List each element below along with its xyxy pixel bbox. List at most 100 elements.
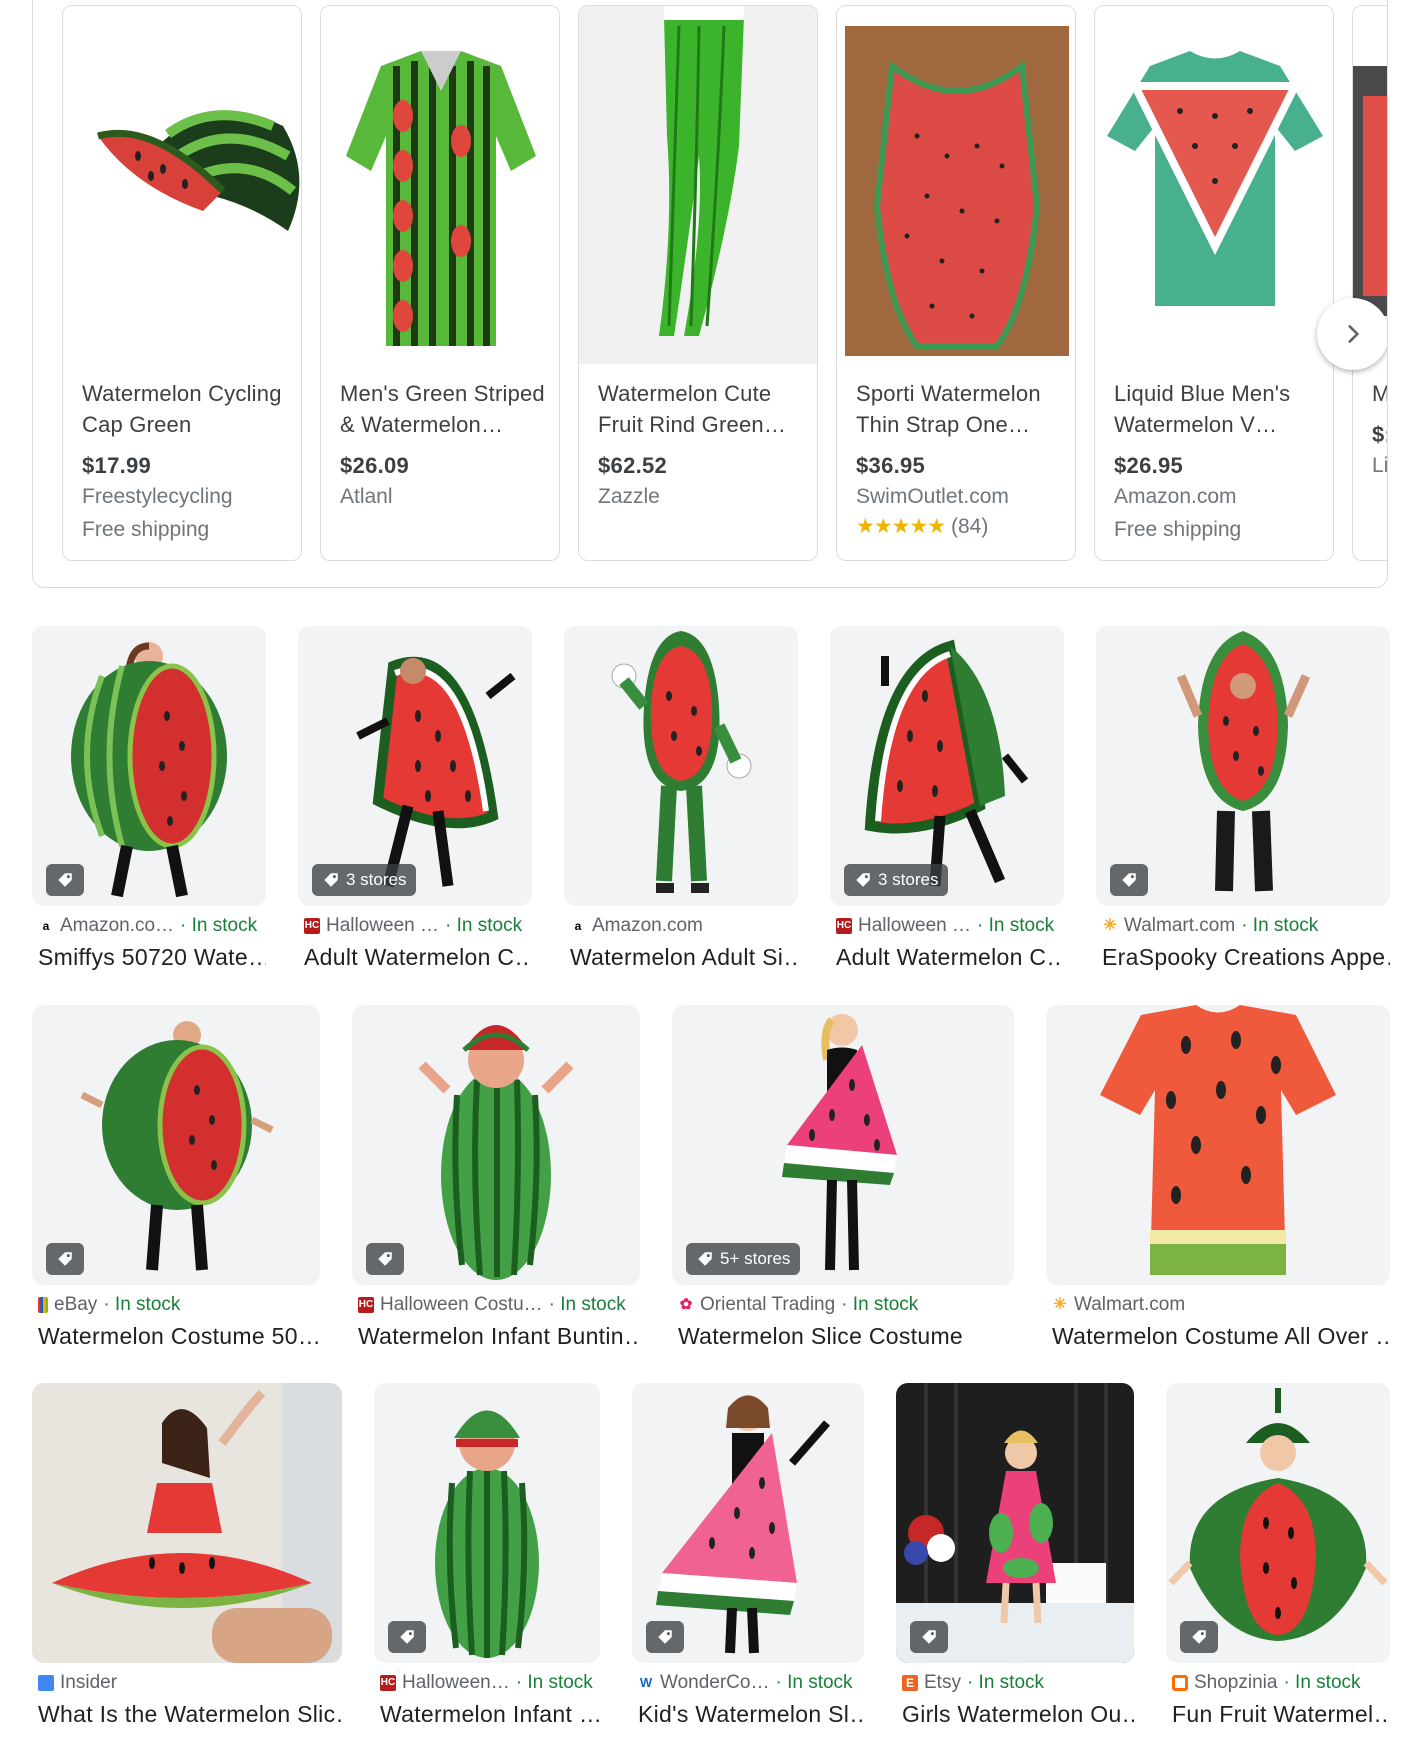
- product-rating: ★★★★★ (84): [856, 514, 1061, 539]
- oriental-trading-favicon-icon: ✿: [679, 1296, 693, 1313]
- amazon-favicon-icon: a: [42, 919, 50, 933]
- price-tag-icon: [56, 1250, 74, 1268]
- image-result[interactable]: HC Halloween Costu… · In stock Watermelo…: [352, 1005, 640, 1355]
- result-source: ✳ Walmart.com: [1053, 1294, 1186, 1315]
- product-title: Sporti Watermelon Thin Strap One…: [856, 381, 1041, 437]
- product-title: M Sl: [1372, 378, 1387, 409]
- product-price: $26.95: [1114, 453, 1184, 478]
- image-result[interactable]: a Amazon.com Watermelon Adult Si…: [564, 626, 798, 976]
- star-rating-icon: ★★★★★: [856, 515, 946, 538]
- result-source: HC Halloween Costu… · In stock: [358, 1294, 626, 1315]
- etsy-favicon-icon: E: [902, 1675, 918, 1691]
- wondercostumes-favicon-icon: W: [639, 1675, 653, 1690]
- shopping-tag-badge: [646, 1621, 684, 1653]
- product-card[interactable]: Watermelon Cute Fruit Rind Green… $62.52…: [578, 5, 818, 561]
- product-image: [63, 6, 301, 364]
- result-thumbnail: 3 stores: [830, 626, 1064, 906]
- price-tag-icon: [1190, 1628, 1208, 1646]
- shopping-tag-badge: [46, 1243, 84, 1275]
- image-result[interactable]: Insider What Is the Watermelon Slic…: [32, 1383, 342, 1749]
- product-store: Atlanl: [340, 485, 393, 508]
- result-source: Insider: [38, 1672, 342, 1694]
- product-price: $26.09: [340, 453, 410, 478]
- product-shipping: Free shipping: [82, 518, 210, 541]
- amazon-favicon-icon: a: [574, 919, 582, 933]
- review-count: (84): [950, 515, 989, 538]
- result-source: E Etsy · In stock: [902, 1672, 1134, 1694]
- price-tag-icon: [398, 1628, 416, 1646]
- result-title: Watermelon Infant Buntin…: [358, 1323, 640, 1349]
- shopping-tag-badge: [1180, 1621, 1218, 1653]
- shopping-tag-badge: [910, 1621, 948, 1653]
- image-result[interactable]: HC Halloween… · In stock Watermelon Infa…: [374, 1383, 600, 1749]
- result-thumbnail: [352, 1005, 640, 1285]
- result-source: a Amazon.co… · In stock: [38, 915, 266, 937]
- halloween-costumes-favicon-icon: HC: [380, 1675, 396, 1691]
- product-price: $62.52: [598, 453, 668, 478]
- result-title: Watermelon Adult Si…: [570, 944, 798, 970]
- image-result[interactable]: 3 stores HC Halloween … · In stock Adult…: [830, 626, 1064, 976]
- ebay-favicon-icon: [38, 1297, 48, 1313]
- shopping-tag-badge: 3 stores: [312, 864, 417, 896]
- product-card[interactable]: M Sl $: Li: [1352, 5, 1388, 561]
- price-tag-icon: [920, 1628, 938, 1646]
- result-source: HC Halloween … · In stock: [836, 915, 1055, 936]
- product-card[interactable]: Watermelon Cycling Cap Green $17.99 Free…: [62, 5, 302, 561]
- product-title: Watermelon Cycling Cap Green: [82, 381, 282, 437]
- result-thumbnail: [632, 1383, 864, 1663]
- result-thumbnail: [32, 626, 266, 906]
- halloween-costumes-favicon-icon: HC: [358, 1297, 374, 1313]
- result-thumbnail: [32, 1383, 342, 1663]
- carousel-next-button[interactable]: [1317, 298, 1387, 370]
- result-title: Watermelon Costume 50…: [38, 1323, 320, 1349]
- result-source: HC Halloween … · In stock: [304, 915, 523, 936]
- image-result[interactable]: eBay · In stock Watermelon Costume 50…: [32, 1005, 320, 1355]
- chevron-right-icon: [1348, 325, 1360, 343]
- result-source: ✿ Oriental Trading · In stock: [679, 1294, 919, 1315]
- image-result[interactable]: 5+ stores ✿ Oriental Trading · In stock …: [672, 1005, 1014, 1355]
- shopping-tag-badge: 5+ stores: [686, 1243, 801, 1275]
- product-image: [837, 6, 1075, 364]
- shopping-tag-badge: [46, 864, 84, 896]
- product-store: SwimOutlet.com: [856, 485, 1009, 508]
- product-image: [1095, 6, 1333, 364]
- price-tag-icon: [322, 871, 340, 889]
- product-card[interactable]: Men's Green Striped & Watermelon… $26.09…: [320, 5, 560, 561]
- result-thumbnail: [564, 626, 798, 906]
- product-card[interactable]: Sporti Watermelon Thin Strap One… $36.95…: [836, 5, 1076, 561]
- image-result[interactable]: W WonderCo… · In stock Kid's Watermelon …: [632, 1383, 864, 1749]
- product-price: $:: [1372, 422, 1387, 447]
- image-result[interactable]: Shopzinia · In stock Fun Fruit Watermel…: [1166, 1383, 1390, 1749]
- image-result[interactable]: ✳ Walmart.com Watermelon Costume All Ove…: [1046, 1005, 1390, 1355]
- result-title: Kid's Watermelon Sl…: [638, 1701, 864, 1727]
- shopping-tag-badge: 3 stores: [844, 864, 949, 896]
- product-price: $17.99: [82, 453, 152, 478]
- result-title: Smiffys 50720 Wate…: [38, 944, 266, 970]
- result-title: Watermelon Slice Costume: [678, 1323, 963, 1349]
- result-title: Watermelon Costume All Over …: [1052, 1323, 1390, 1349]
- result-source: a Amazon.com: [570, 915, 798, 937]
- result-title: Girls Watermelon Ou…: [902, 1701, 1134, 1727]
- price-tag-icon: [696, 1250, 714, 1268]
- walmart-spark-icon: ✳: [1053, 1296, 1067, 1313]
- result-title: Adult Watermelon C…: [836, 944, 1064, 970]
- shopping-tag-badge: [388, 1621, 426, 1653]
- price-tag-icon: [656, 1628, 674, 1646]
- image-result[interactable]: ✳ Walmart.com · In stock EraSpooky Creat…: [1096, 626, 1390, 976]
- price-tag-icon: [56, 871, 74, 889]
- price-tag-icon: [854, 871, 872, 889]
- image-result[interactable]: a Amazon.co… · In stock Smiffys 50720 Wa…: [32, 626, 266, 976]
- result-title: Fun Fruit Watermel…: [1172, 1701, 1390, 1727]
- shopping-tag-badge: [366, 1243, 404, 1275]
- result-title: EraSpooky Creations Appe…: [1102, 944, 1390, 970]
- result-title: Watermelon Infant …: [380, 1701, 600, 1727]
- product-card[interactable]: Liquid Blue Men's Watermelon V… $26.95 A…: [1094, 5, 1334, 561]
- result-source: Shopzinia · In stock: [1172, 1672, 1390, 1694]
- image-result[interactable]: 3 stores HC Halloween … · In stock Adult…: [298, 626, 532, 976]
- product-title: Men's Green Striped & Watermelon…: [340, 381, 545, 437]
- shopzinia-favicon-icon: [1172, 1675, 1188, 1691]
- result-thumbnail: [1046, 1005, 1390, 1285]
- image-result[interactable]: E Etsy · In stock Girls Watermelon Ou…: [896, 1383, 1134, 1749]
- product-image: [579, 6, 817, 364]
- product-store: Li: [1372, 454, 1388, 477]
